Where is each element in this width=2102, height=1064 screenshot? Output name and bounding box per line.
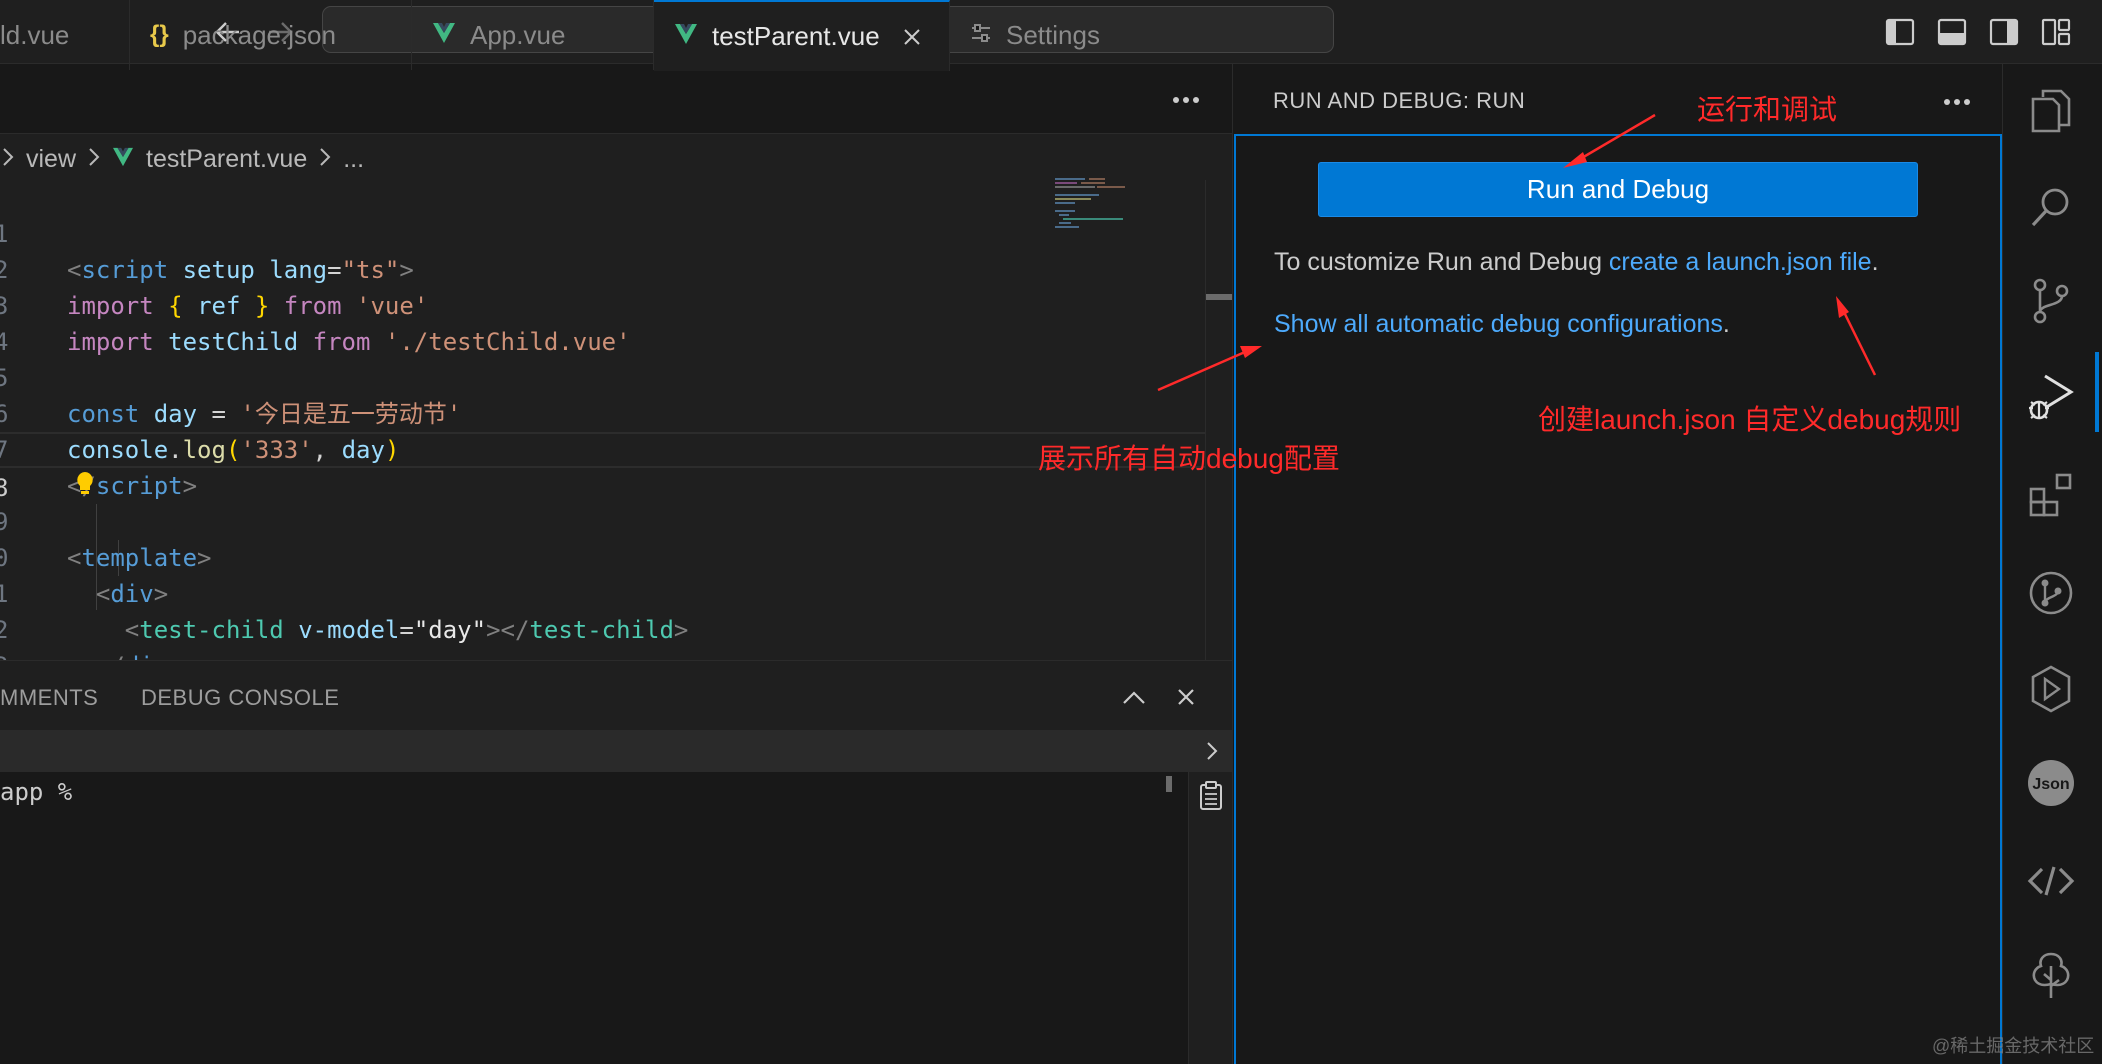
tab-settings[interactable]: Settings — [950, 0, 1160, 70]
debug-console-input[interactable] — [0, 730, 1232, 772]
code-line: 6 console.log('333', day) — [0, 360, 1205, 464]
more-actions-icon[interactable] — [1162, 80, 1210, 120]
code-line: 1 <test-child v-model="day"></test-child… — [0, 540, 1205, 644]
extensions-icon[interactable] — [2022, 466, 2080, 524]
annotation-run-debug: 运行和调试 — [1697, 94, 1838, 125]
tab-label: App.vue — [470, 19, 566, 50]
show-all-configurations-link[interactable]: Show all automatic debug configurations — [1274, 310, 1723, 338]
explorer-icon[interactable] — [2022, 82, 2080, 140]
code-link-icon[interactable] — [2022, 852, 2080, 910]
code-line: 1 <script setup lang="ts"> — [0, 180, 1205, 284]
customize-layout-icon[interactable] — [2036, 12, 2076, 52]
vue-icon — [674, 21, 698, 52]
json-braces-icon: {} — [150, 21, 169, 48]
close-panel-icon[interactable] — [1168, 679, 1204, 715]
breadcrumb-folder[interactable]: view — [26, 145, 76, 174]
customize-prefix: To customize Run and Debug — [1274, 248, 1609, 276]
code-line: 7 </script> — [0, 396, 1205, 500]
minimap[interactable] — [1055, 176, 1145, 246]
toggle-panel-icon[interactable] — [1932, 12, 1972, 52]
tree-icon[interactable] — [2022, 946, 2080, 1004]
code-line: 3 import testChild from './testChild.vue… — [0, 252, 1205, 356]
tab-debug-console[interactable]: DEBUG CONSOLE — [141, 685, 339, 711]
breadcrumb: view testParent.vue ... — [0, 134, 1232, 184]
chevron-right-icon — [2, 145, 14, 174]
run-and-debug-icon[interactable] — [2022, 368, 2080, 426]
code-line: 3 </template> — [0, 612, 1205, 660]
editor-tab-bar — [0, 64, 1232, 134]
view-title: RUN AND DEBUG: RUN — [1273, 88, 1526, 113]
remote-explorer-icon[interactable] — [2022, 660, 2080, 718]
panel-side-toolbar — [1188, 772, 1232, 1064]
tab-ld-vue[interactable]: ld.vue — [0, 0, 130, 70]
tab-label: package.json — [182, 19, 336, 50]
chevron-right-icon — [88, 145, 100, 174]
toggle-primary-sidebar-icon[interactable] — [1880, 12, 1920, 52]
customize-text: To customize Run and Debug create a laun… — [1274, 248, 1879, 277]
toggle-secondary-sidebar-icon[interactable] — [1984, 12, 2024, 52]
breadcrumb-symbol[interactable]: ... — [343, 145, 364, 174]
code-line: 0 <div> — [0, 504, 1205, 608]
code-line-current: 8 — [0, 432, 1205, 502]
chevron-right-icon[interactable] — [1196, 733, 1228, 769]
tab-label: testParent.vue — [712, 21, 880, 51]
maximize-panel-icon[interactable] — [1116, 679, 1152, 715]
settings-sliders-icon — [970, 20, 992, 51]
terminal-scrollbar[interactable] — [1166, 776, 1172, 792]
show-all-text: Show all automatic debug configurations. — [1274, 310, 1730, 339]
terminal-output[interactable]: app % — [0, 772, 1188, 1064]
git-graph-icon[interactable] — [2022, 564, 2080, 622]
annotation-show-all: 展示所有自动debug配置 — [1038, 443, 1340, 474]
json-icon[interactable]: Json — [2022, 754, 2080, 812]
terminal-prompt: app % — [0, 778, 73, 806]
watermark: @稀土掘金技术社区 — [1932, 1036, 2095, 1056]
more-actions-icon[interactable] — [1935, 84, 1979, 120]
active-view-indicator — [2095, 352, 2099, 432]
tab-label: ld.vue — [0, 19, 70, 50]
breadcrumb-file[interactable]: testParent.vue — [146, 145, 307, 174]
panel-header: MMENTS DEBUG CONSOLE — [0, 660, 1232, 730]
vue-icon — [112, 145, 134, 174]
editor-scrollbar[interactable] — [1205, 180, 1232, 660]
tab-package-json[interactable]: {} package.json — [130, 0, 412, 70]
code-editor[interactable]: 1 <script setup lang="ts"> 2 import { re… — [0, 180, 1205, 660]
close-icon[interactable] — [900, 25, 924, 49]
tab-label: Settings — [1006, 19, 1100, 50]
tab-comments[interactable]: MMENTS — [0, 685, 98, 711]
code-line: 2 </div> — [0, 576, 1205, 660]
code-line: 4 — [0, 288, 1205, 356]
annotation-create-launch: 创建launch.json 自定义debug规则 — [1538, 404, 1962, 435]
line-number: 3 — [0, 648, 14, 660]
search-icon[interactable] — [2022, 178, 2080, 236]
vue-icon — [432, 20, 456, 51]
run-and-debug-button[interactable]: Run and Debug — [1318, 162, 1918, 217]
source-control-icon[interactable] — [2022, 272, 2080, 330]
code-line: 5 const day = '今日是五一劳动节' — [0, 324, 1205, 428]
scrollbar-thumb[interactable] — [1206, 294, 1232, 300]
customize-suffix: . — [1871, 248, 1879, 276]
chevron-right-icon — [319, 145, 331, 174]
create-launch-json-link[interactable]: create a launch.json file — [1609, 248, 1872, 276]
tab-app-vue[interactable]: App.vue — [412, 0, 654, 70]
clipboard-icon[interactable] — [1196, 778, 1226, 814]
tab-test-parent-vue[interactable]: testParent.vue — [654, 0, 950, 71]
code-line: 9 <template> — [0, 468, 1205, 572]
show-all-suffix: . — [1722, 310, 1730, 338]
svg-text:Json: Json — [2032, 776, 2069, 793]
code-line: 2 import { ref } from 'vue' — [0, 216, 1205, 320]
